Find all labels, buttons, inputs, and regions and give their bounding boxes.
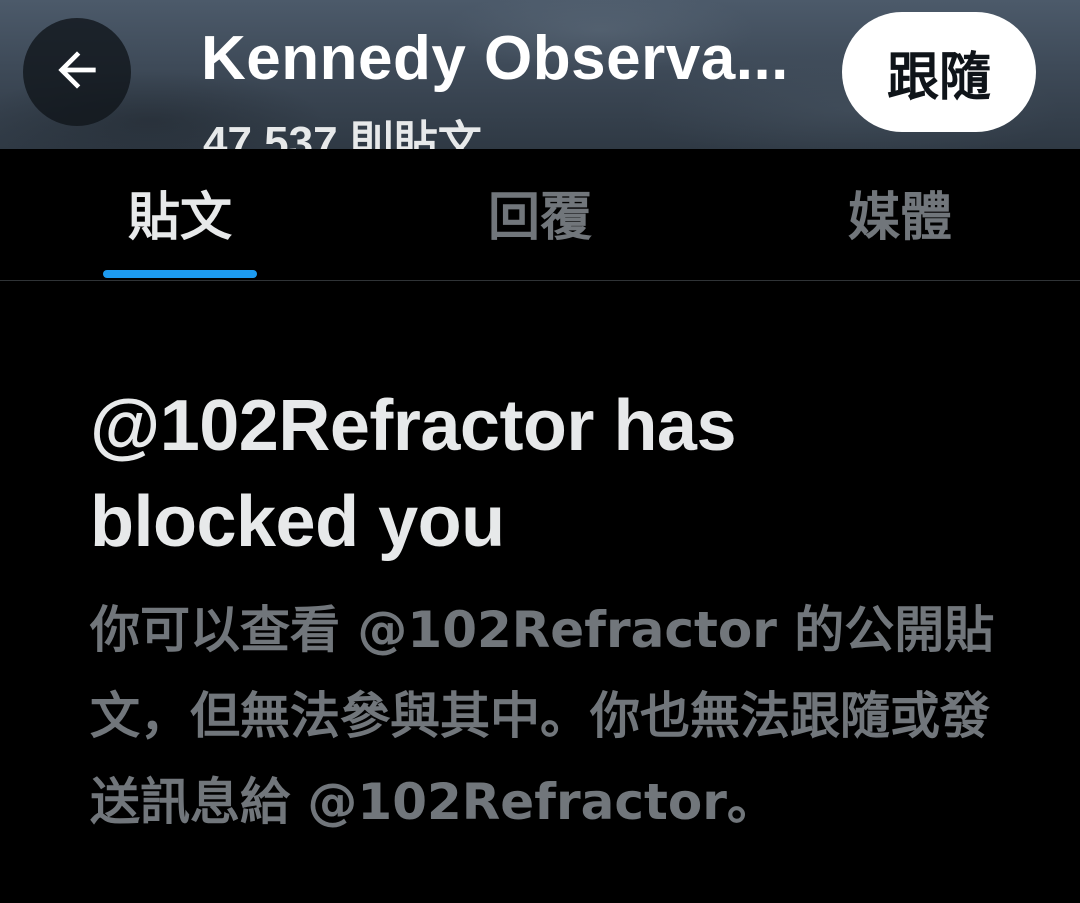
active-tab-indicator [103, 270, 257, 278]
back-button[interactable] [23, 18, 131, 126]
tab-replies[interactable]: 回覆 [360, 149, 720, 280]
follow-button[interactable]: 跟隨 [842, 12, 1036, 132]
profile-tabs: 貼文 回覆 媒體 [0, 149, 1080, 281]
profile-header: Kennedy Observa... 47,537 則貼文 跟隨 [0, 0, 1080, 149]
blocked-title: @102Refractor has blocked you [90, 386, 737, 562]
blocked-description: 你可以查看 @102Refractor 的公開貼文，但無法參與其中。你也無法跟隨… [90, 601, 995, 831]
arrow-left-icon [49, 42, 105, 103]
tab-posts-label: 貼文 [127, 188, 232, 248]
tab-posts[interactable]: 貼文 [0, 149, 360, 280]
tab-media-label: 媒體 [847, 188, 952, 248]
tab-replies-label: 回覆 [487, 188, 592, 248]
profile-name: Kennedy Observa... [201, 24, 789, 93]
tab-media[interactable]: 媒體 [720, 149, 1080, 280]
post-count: 47,537 則貼文 [203, 118, 482, 149]
